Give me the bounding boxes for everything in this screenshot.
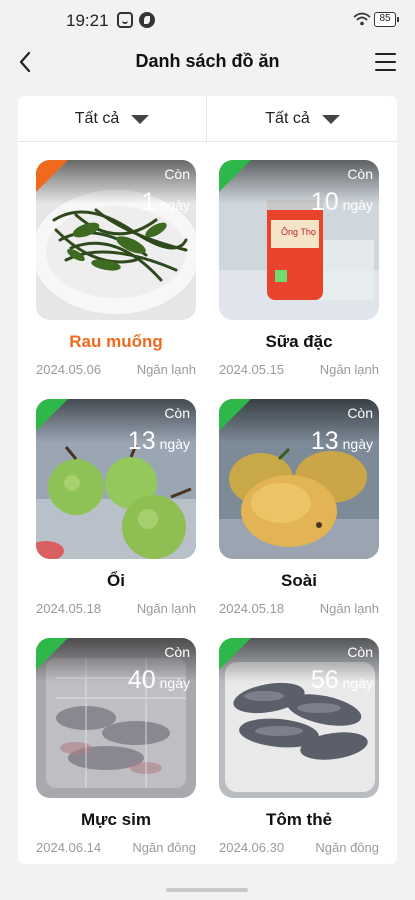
food-date: 2024.06.30 bbox=[219, 840, 285, 855]
food-card-muc-sim[interactable]: Còn 40 ngày Mực sim 2024.06.14 Ngăn đông bbox=[36, 638, 196, 870]
expiry-corner-badge bbox=[219, 399, 251, 431]
remaining-label: Còn bbox=[347, 644, 373, 660]
food-storage: Ngăn lạnh bbox=[319, 601, 379, 616]
days-number: 13 bbox=[127, 427, 156, 455]
days-remaining: 10 ngày bbox=[311, 188, 373, 217]
food-name: Mực sim bbox=[81, 810, 151, 829]
can-label-text: Ông Thọ bbox=[281, 227, 316, 237]
expiry-corner-badge bbox=[36, 160, 68, 192]
food-photo: Còn 56 ngày bbox=[219, 638, 379, 798]
days-remaining: 13 ngày bbox=[311, 427, 373, 456]
app-header: Danh sách đồ ăn bbox=[0, 42, 415, 82]
food-card-oi[interactable]: Còn 13 ngày Ổi 2024.05.18 Ngăn lạnh bbox=[36, 399, 196, 631]
days-unit: ngày bbox=[342, 197, 373, 213]
days-unit: ngày bbox=[159, 436, 190, 452]
status-time: 19:21 bbox=[66, 11, 109, 30]
remaining-label: Còn bbox=[164, 644, 190, 660]
food-storage: Ngăn lạnh bbox=[136, 601, 196, 616]
wifi-icon bbox=[353, 12, 371, 26]
food-date: 2024.05.18 bbox=[36, 601, 102, 616]
filter-label: Tất cả bbox=[74, 110, 120, 127]
days-unit: ngày bbox=[342, 436, 373, 452]
days-remaining: 1 ngày bbox=[142, 188, 190, 217]
food-name: Rau muống bbox=[69, 332, 163, 351]
food-storage: Ngăn lạnh bbox=[319, 362, 379, 377]
remaining-label: Còn bbox=[347, 166, 373, 182]
food-storage: Ngăn lạnh bbox=[136, 362, 196, 377]
filter-bar: Tất cả Tất cả bbox=[18, 96, 397, 142]
days-number: 1 bbox=[141, 188, 156, 216]
expiry-corner-badge bbox=[36, 638, 68, 670]
days-unit: ngày bbox=[159, 675, 190, 691]
food-date: 2024.05.15 bbox=[219, 362, 285, 377]
filter-label: Tất cả bbox=[265, 110, 310, 127]
expiry-corner-badge bbox=[219, 160, 251, 192]
food-card-soai[interactable]: Còn 13 ngày Soài 2024.05.18 Ngăn lạnh bbox=[219, 399, 379, 631]
food-photo: Còn 1 ngày bbox=[36, 160, 196, 320]
battery-icon: 85 bbox=[374, 12, 399, 27]
food-date: 2024.06.14 bbox=[36, 840, 102, 855]
remaining-label: Còn bbox=[347, 405, 373, 421]
menu-button[interactable] bbox=[372, 50, 400, 74]
app-notification-icon bbox=[117, 12, 133, 28]
days-unit: ngày bbox=[159, 197, 190, 213]
food-photo: Còn 13 ngày bbox=[219, 399, 379, 559]
food-photo: Còn 13 ngày bbox=[36, 399, 196, 559]
storage-filter-dropdown[interactable]: Tất cả bbox=[208, 96, 397, 142]
food-list-panel: Tất cả Tất cả Còn 1 ngày Rau muống 2024.… bbox=[18, 96, 397, 864]
food-card-tom-the[interactable]: Còn 56 ngày Tôm thẻ 2024.06.30 Ngăn đông bbox=[219, 638, 379, 870]
food-name: Soài bbox=[281, 571, 317, 590]
days-remaining: 40 ngày bbox=[128, 666, 190, 695]
food-date: 2024.05.06 bbox=[36, 362, 102, 377]
status-filter-dropdown[interactable]: Tất cả bbox=[18, 96, 207, 142]
status-bar: 19:21 85 bbox=[0, 0, 415, 42]
food-photo: Ông Thọ Còn 10 ngày bbox=[219, 160, 379, 320]
food-card-sua-dac[interactable]: Ông Thọ Còn 10 ngày Sữa đặc 2024.05.15 Ng… bbox=[219, 160, 379, 392]
expiry-corner-badge bbox=[36, 399, 68, 431]
days-number: 10 bbox=[310, 188, 339, 216]
expiry-corner-badge bbox=[219, 638, 251, 670]
app-notification-icon-2 bbox=[139, 12, 155, 28]
remaining-label: Còn bbox=[164, 166, 190, 182]
food-storage: Ngăn đông bbox=[132, 840, 196, 855]
days-number: 13 bbox=[310, 427, 339, 455]
home-indicator[interactable] bbox=[166, 888, 248, 892]
food-storage: Ngăn đông bbox=[315, 840, 379, 855]
food-date: 2024.05.18 bbox=[219, 601, 285, 616]
food-name: Sữa đặc bbox=[265, 332, 333, 351]
caret-down-icon bbox=[131, 114, 150, 124]
days-remaining: 56 ngày bbox=[311, 666, 373, 695]
food-name: Tôm thẻ bbox=[265, 810, 333, 829]
hamburger-menu-icon bbox=[375, 53, 396, 55]
food-photo: Còn 40 ngày bbox=[36, 638, 196, 798]
caret-down-icon bbox=[321, 114, 340, 124]
days-number: 56 bbox=[310, 666, 339, 694]
page-title: Danh sách đồ ăn bbox=[135, 51, 280, 71]
food-card-rau-muong[interactable]: Còn 1 ngày Rau muống 2024.05.06 Ngăn lạnh bbox=[36, 160, 196, 392]
days-unit: ngày bbox=[342, 675, 373, 691]
days-number: 40 bbox=[127, 666, 156, 694]
remaining-label: Còn bbox=[164, 405, 190, 421]
days-remaining: 13 ngày bbox=[128, 427, 190, 456]
food-name: Ổi bbox=[107, 571, 125, 590]
